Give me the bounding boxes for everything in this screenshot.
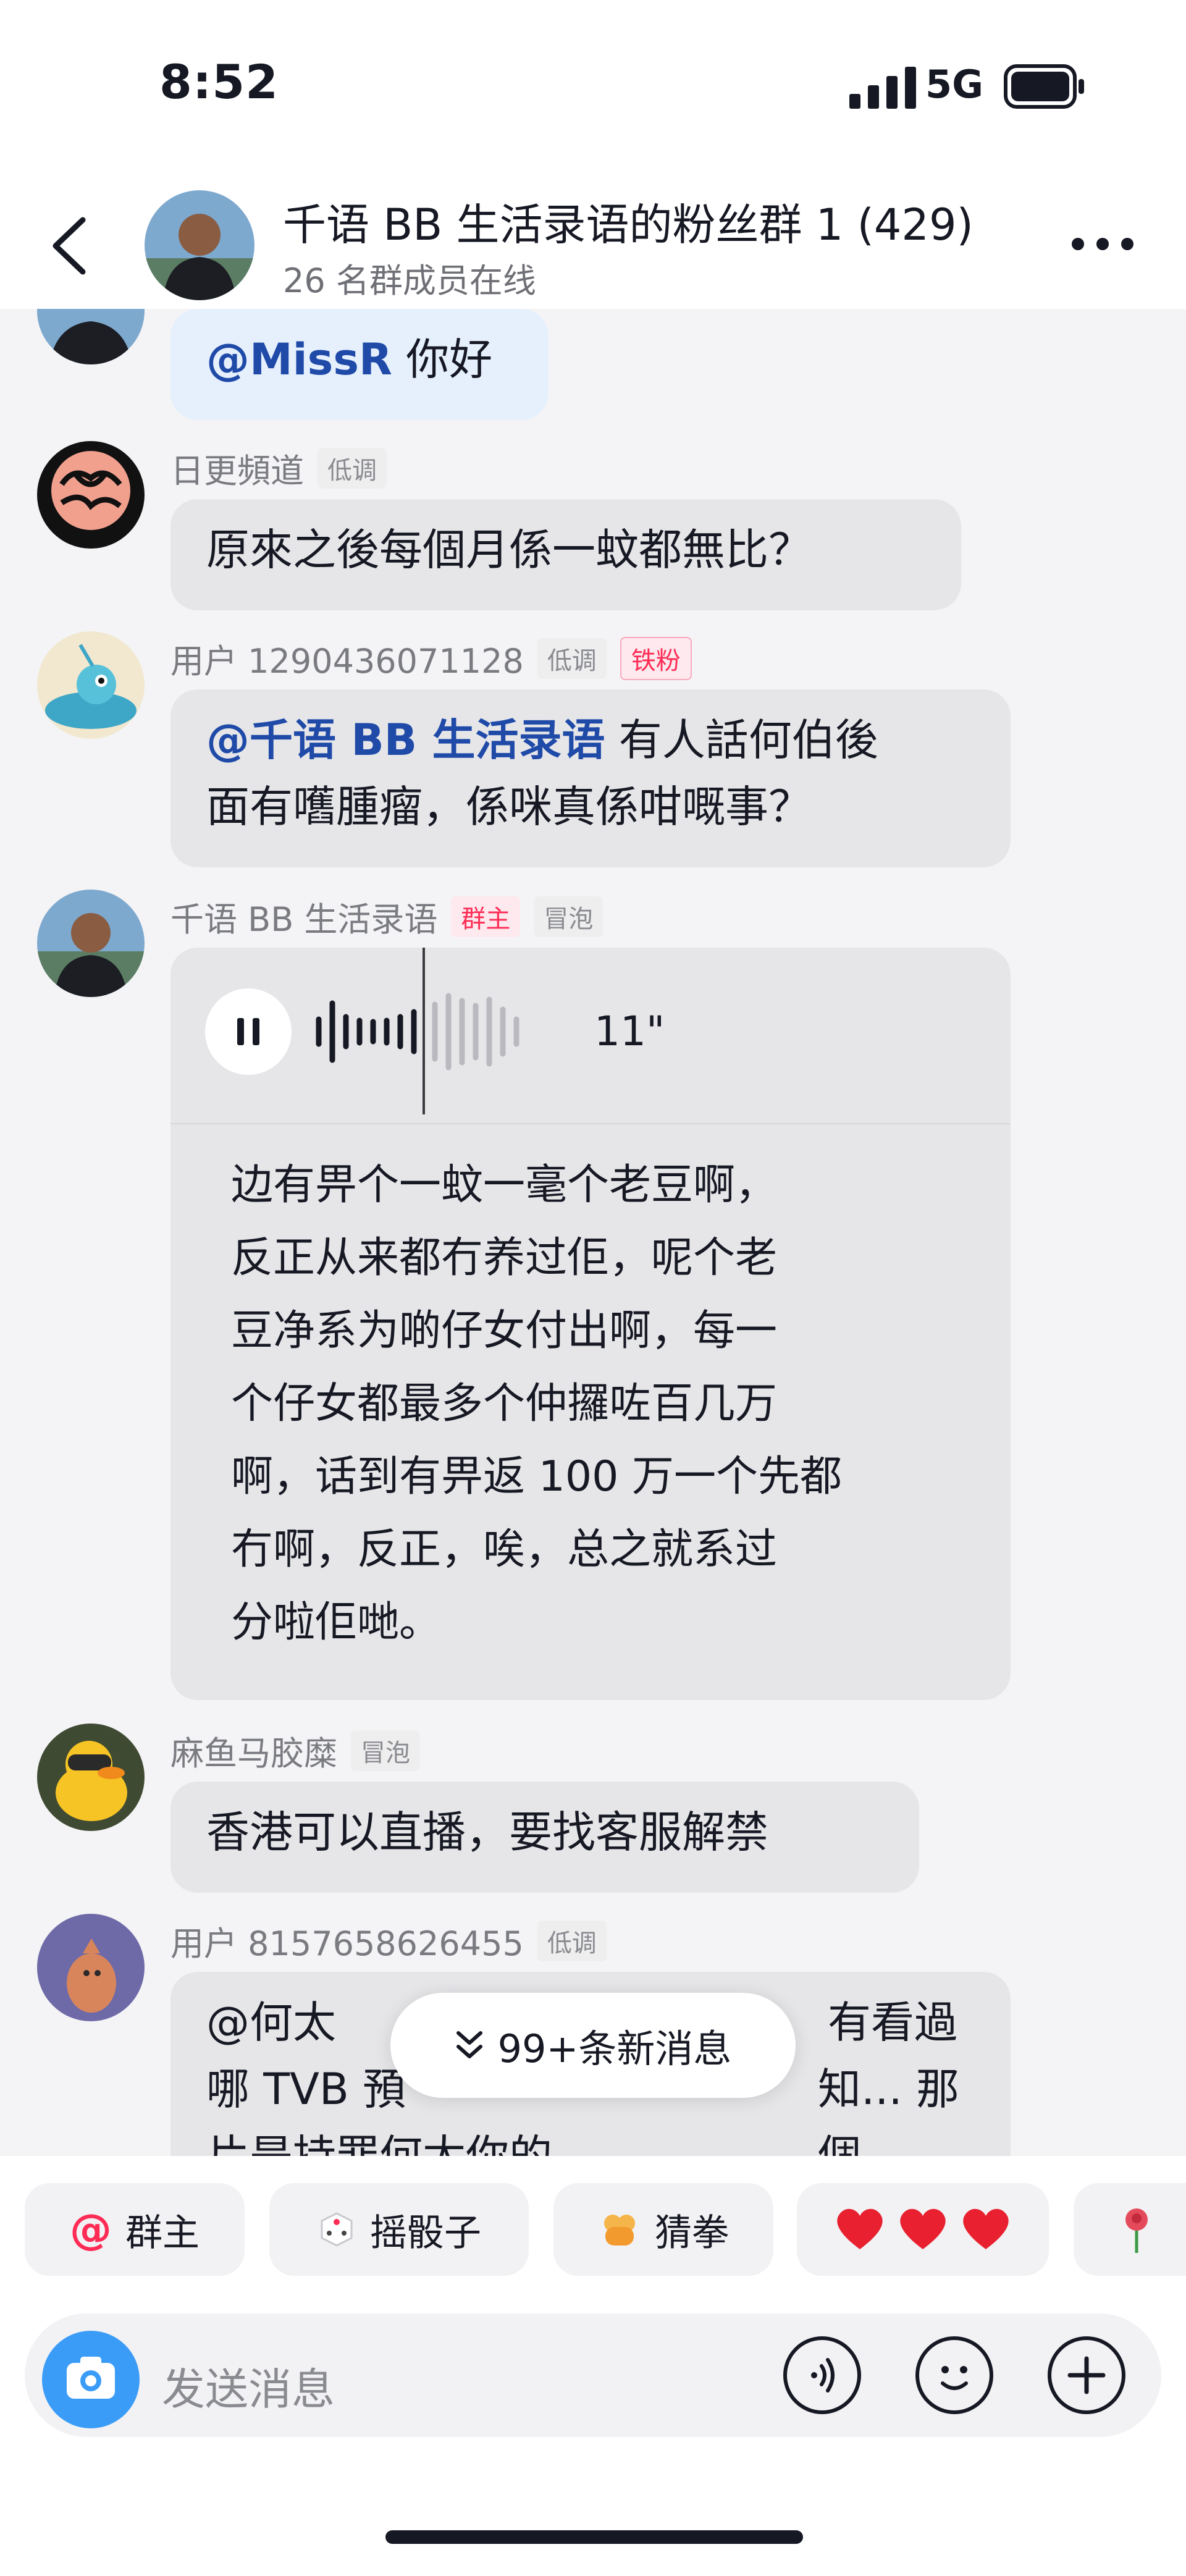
mention[interactable]: @MissR xyxy=(206,334,392,385)
badge-lowkey: 低调 xyxy=(537,638,607,679)
camera-icon xyxy=(67,2357,115,2399)
home-indicator[interactable] xyxy=(385,2530,803,2544)
sender-name[interactable]: 用户 1290436071128 xyxy=(170,634,524,683)
back-arrow-icon[interactable] xyxy=(48,215,91,277)
voice-message-bubble[interactable]: 11" 边有畀个一蚊一毫个老豆啊， 反正从来都冇养过佢，呢个老 豆净系为啲仔女付… xyxy=(170,948,1011,1700)
voice-transcript: 边有畀个一蚊一毫个老豆啊， 反正从来都冇养过佢，呢个老 豆净系为啲仔女付出啊，每… xyxy=(231,1149,842,1659)
more-options-icon[interactable] xyxy=(1069,229,1137,259)
message-text: @何太 xyxy=(206,1997,336,2048)
sender-name[interactable]: 麻鱼马胶糜 xyxy=(170,1726,337,1775)
more-actions-button[interactable] xyxy=(1048,2336,1125,2414)
message-text: 面有嚿腫瘤，係咪真係咁嘅事？ xyxy=(206,781,812,832)
message-meta: 麻鱼马胶糜 冒泡 xyxy=(170,1726,420,1775)
transcript-line: 豆净系为啲仔女付出啊，每一 xyxy=(231,1307,778,1355)
message-text: 原來之後每個月係一蚊都無比？ xyxy=(206,524,812,575)
message-text: 哪 TVB 預 xyxy=(206,2064,406,2115)
avatar[interactable] xyxy=(37,890,145,997)
online-count: 26 名群成员在线 xyxy=(283,261,536,300)
rose-icon xyxy=(1125,2208,1148,2253)
signal-icon xyxy=(849,67,916,109)
quick-action-hearts[interactable] xyxy=(797,2183,1049,2276)
sender-name[interactable]: 千语 BB 生活录语 xyxy=(170,892,437,941)
network-type: 5G xyxy=(925,62,984,107)
transcript-line: 啊，话到有畀返 100 万一个先都 xyxy=(231,1452,843,1501)
message-meta: 千语 BB 生活录语 群主 冒泡 xyxy=(170,892,604,941)
new-messages-button[interactable]: 99+条新消息 xyxy=(390,1993,796,2098)
battery-icon xyxy=(1004,64,1084,109)
badge-lowkey: 低调 xyxy=(537,1920,607,1961)
message-meta: 用户 8157658626455 低调 xyxy=(170,1916,607,1965)
avatar[interactable] xyxy=(37,1914,145,2021)
message-text: 你好 xyxy=(392,334,493,385)
quick-action-rose[interactable] xyxy=(1074,2183,1186,2276)
dice-icon xyxy=(321,2212,353,2247)
message-text: 有人話何伯後 xyxy=(605,715,878,765)
message-bubble[interactable]: @MissR 你好 xyxy=(170,309,549,420)
at-icon: @ xyxy=(70,2205,112,2254)
quick-action-rock-paper-scissors[interactable]: 猜拳 xyxy=(553,2183,773,2276)
transcript-line: 个仔女都最多个仲攞咗百几万 xyxy=(231,1379,778,1428)
pause-icon xyxy=(237,1018,259,1045)
camera-button[interactable] xyxy=(42,2331,140,2428)
voice-duration: 11" xyxy=(594,1008,665,1055)
divider xyxy=(170,1123,1011,1124)
avatar[interactable] xyxy=(37,631,145,739)
message-bubble[interactable]: 香港可以直播，要找客服解禁 xyxy=(170,1782,919,1893)
double-chevron-down-icon xyxy=(456,2031,482,2058)
chip-label: 摇骰子 xyxy=(370,2211,481,2255)
badge-lowkey: 低调 xyxy=(318,447,387,489)
chat-messages[interactable]: @MissR 你好 日更頻道 低调 原來之後每個月係一蚊都無比？ 用户 1290… xyxy=(0,309,1186,2156)
message-bubble[interactable]: 原來之後每個月係一蚊都無比？ xyxy=(170,499,961,610)
quick-action-mention-owner[interactable]: @ 群主 xyxy=(25,2183,245,2276)
group-avatar[interactable] xyxy=(145,190,254,300)
plus-icon xyxy=(1067,2356,1106,2394)
transcript-line: 边有畀个一蚊一毫个老豆啊， xyxy=(231,1161,778,1210)
sender-name[interactable]: 用户 8157658626455 xyxy=(170,1916,524,1965)
message-text: 香港可以直播，要找客服解禁 xyxy=(206,1807,768,1858)
emoji-button[interactable] xyxy=(915,2336,993,2414)
voice-wave-icon xyxy=(811,2358,835,2393)
sender-name[interactable]: 日更頻道 xyxy=(170,444,304,492)
waveform-icon[interactable] xyxy=(314,948,549,1114)
mention[interactable]: @千语 BB 生活录语 xyxy=(206,715,605,765)
smiley-icon xyxy=(941,2366,968,2390)
message-input[interactable]: 发送消息 xyxy=(162,2355,335,2417)
transcript-line: 反正从来都冇养过佢，呢个老 xyxy=(231,1234,778,1282)
badge-iron-fan: 铁粉 xyxy=(620,636,692,680)
avatar[interactable] xyxy=(37,1724,145,1831)
new-messages-label: 99+条新消息 xyxy=(497,2026,732,2071)
badge-bubble: 冒泡 xyxy=(534,896,604,937)
fist-icon xyxy=(604,2215,635,2246)
pause-button[interactable] xyxy=(205,988,292,1075)
voice-input-button[interactable] xyxy=(783,2336,861,2414)
chip-label: 群主 xyxy=(125,2211,200,2255)
avatar[interactable] xyxy=(37,441,145,549)
group-title[interactable]: 千语 BB 生活录语的粉丝群 1 (429) xyxy=(283,190,974,253)
badge-bubble: 冒泡 xyxy=(351,1730,420,1771)
badge-owner: 群主 xyxy=(451,896,521,937)
status-time: 8:52 xyxy=(159,54,279,109)
chip-label: 猜拳 xyxy=(655,2211,729,2255)
message-text: 有看過 xyxy=(828,1997,957,2048)
transcript-line: 分啦佢哋。 xyxy=(231,1598,442,1647)
message-meta: 日更頻道 低调 xyxy=(170,444,387,492)
hearts-icon xyxy=(837,2208,1009,2249)
message-text: 知... 那個 xyxy=(818,2064,960,2156)
message-meta: 用户 1290436071128 低调 铁粉 xyxy=(170,634,692,683)
avatar[interactable] xyxy=(37,309,145,364)
transcript-line: 冇啊，反正，唉，总之就系过 xyxy=(231,1525,778,1574)
message-bubble[interactable]: @千语 BB 生活录语 有人話何伯後 面有嚿腫瘤，係咪真係咁嘅事？ xyxy=(170,689,1011,867)
quick-action-dice[interactable]: 摇骰子 xyxy=(269,2183,529,2276)
